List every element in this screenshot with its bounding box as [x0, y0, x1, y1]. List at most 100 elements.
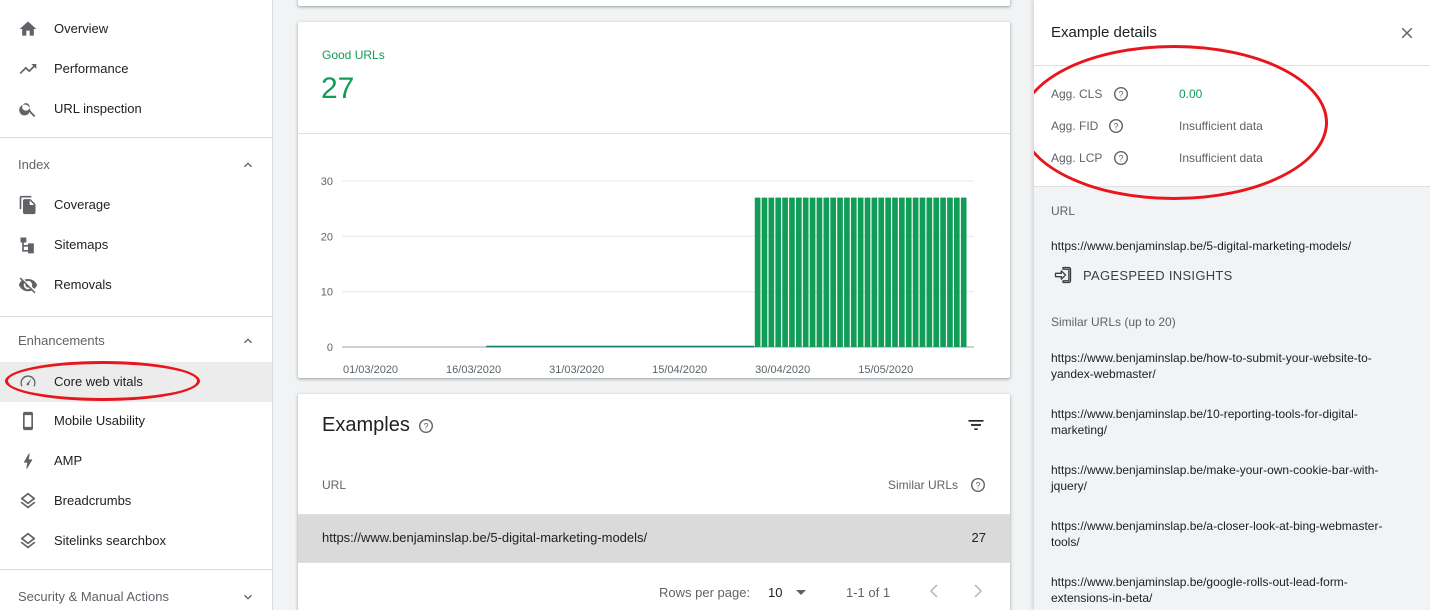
- sidebar-item-label: Breadcrumbs: [54, 493, 132, 508]
- metric-name: Agg. CLS: [1051, 87, 1103, 101]
- bar: [761, 197, 768, 347]
- good-urls-label: Good URLs: [322, 48, 385, 62]
- sidebar-item-coverage[interactable]: Coverage: [0, 185, 272, 225]
- search-icon: [19, 103, 36, 117]
- sidebar-item-overview[interactable]: Overview: [0, 9, 272, 49]
- bar: [837, 197, 843, 347]
- section-title: Security & Manual Actions: [18, 589, 170, 604]
- bar: [912, 197, 919, 347]
- sidebar-item-url-inspection[interactable]: URL inspection: [0, 89, 272, 129]
- help-icon[interactable]: ?: [1108, 118, 1124, 134]
- example-details-panel: Example details Agg. CLS ? 0.00 Agg. FID…: [1034, 0, 1430, 610]
- panel-title: Example details: [1051, 24, 1157, 41]
- main-content: Good URLs 27 0 10 20 30 01/03/2020 16/03/2020…: [273, 0, 1034, 610]
- bar: [830, 197, 837, 347]
- svg-text:?: ?: [1118, 153, 1123, 163]
- chevron-left-icon[interactable]: [926, 581, 942, 601]
- help-icon[interactable]: ?: [1113, 150, 1129, 166]
- similar-url-item[interactable]: https://www.benjaminslap.be/how-to-submi…: [1051, 350, 1406, 382]
- section-header-index[interactable]: Index: [0, 145, 272, 185]
- sidebar-item-mobile-usability[interactable]: Mobile Usability: [0, 401, 272, 441]
- sidebar-item-amp[interactable]: AMP: [0, 441, 272, 481]
- sidebar-item-label: Sitelinks searchbox: [54, 533, 166, 548]
- bar: [850, 197, 857, 347]
- phone-icon: [23, 411, 33, 431]
- sidebar-item-sitelinks-searchbox[interactable]: Sitelinks searchbox: [0, 521, 272, 561]
- filter-icon[interactable]: [966, 415, 986, 435]
- bar: [775, 197, 782, 347]
- bar: [947, 197, 953, 347]
- file-copy-icon: [19, 195, 36, 215]
- help-icon[interactable]: ?: [418, 418, 434, 434]
- bar: [878, 197, 885, 347]
- speedometer-icon: [20, 375, 36, 387]
- svg-text:?: ?: [1118, 89, 1123, 99]
- sidebar-item-label: Coverage: [54, 197, 111, 212]
- row-url: https://www.benjaminslap.be/5-digital-ma…: [322, 530, 648, 545]
- bar: [953, 197, 960, 347]
- bar: [844, 197, 850, 347]
- layers-icon: [20, 492, 36, 509]
- column-header-url[interactable]: URL: [322, 478, 346, 492]
- sidebar-divider: [0, 569, 272, 570]
- section-header-enhancements[interactable]: Enhancements: [0, 321, 272, 361]
- bar: [940, 197, 946, 347]
- svg-text:?: ?: [1113, 121, 1118, 131]
- rows-per-page-select[interactable]: 10: [768, 585, 782, 600]
- sidebar-item-performance[interactable]: Performance: [0, 49, 272, 89]
- svg-text:?: ?: [423, 421, 428, 431]
- metric-name: Agg. FID: [1051, 119, 1099, 133]
- url-label: URL: [1051, 204, 1076, 218]
- bar: [857, 197, 864, 347]
- bar: [823, 197, 830, 347]
- pagespeed-insights-button[interactable]: PAGESPEED INSIGHTS: [1051, 264, 1251, 286]
- examples-title: Examples: [322, 414, 410, 436]
- trending-up-icon: [19, 64, 37, 74]
- aggregate-metrics: Agg. CLS ? 0.00 Agg. FID ? Insufficient …: [1034, 45, 1430, 200]
- help-icon[interactable]: ?: [1113, 86, 1129, 102]
- card-divider: [298, 133, 1010, 134]
- similar-url-item[interactable]: https://www.benjaminslap.be/google-rolls…: [1051, 574, 1406, 606]
- bar: [892, 197, 898, 347]
- column-header-similar-urls[interactable]: Similar URLs: [888, 478, 958, 492]
- section-header-security[interactable]: Security & Manual Actions: [0, 577, 272, 610]
- similar-url-item[interactable]: https://www.benjaminslap.be/10-reporting…: [1051, 406, 1406, 438]
- bar: [926, 197, 933, 347]
- sidebar-item-removals[interactable]: Removals: [0, 265, 272, 305]
- row-similar-count: 27: [971, 530, 986, 545]
- close-icon[interactable]: [1398, 24, 1416, 42]
- similar-url-item[interactable]: https://www.benjaminslap.be/a-closer-loo…: [1051, 518, 1406, 550]
- sidebar-item-breadcrumbs[interactable]: Breadcrumbs: [0, 481, 272, 521]
- metric-value: Insufficient data: [1179, 151, 1263, 165]
- bar: [789, 197, 795, 347]
- bar: [782, 197, 788, 347]
- table-row[interactable]: https://www.benjaminslap.be/5-digital-ma…: [298, 515, 1010, 562]
- examples-card: Examples ? URL Similar URLs ? https://ww…: [298, 394, 1010, 610]
- metric-row-cls: Agg. CLS ? 0.00: [1051, 84, 1421, 104]
- x-tick-label: 15/04/2020: [652, 364, 707, 376]
- metric-value: 0.00: [1179, 87, 1203, 101]
- sidebar-item-sitemaps[interactable]: Sitemaps: [0, 225, 272, 265]
- pagespeed-insights-label: PAGESPEED INSIGHTS: [1083, 268, 1233, 283]
- help-icon[interactable]: ?: [970, 477, 986, 493]
- bar: [919, 197, 926, 347]
- dropdown-caret-icon[interactable]: [795, 589, 807, 597]
- eye-off-icon: [18, 277, 38, 294]
- similar-url-item[interactable]: https://www.benjaminslap.be/make-your-ow…: [1051, 462, 1406, 494]
- sitemap-icon: [20, 237, 34, 254]
- bar: [809, 197, 816, 347]
- bar: [960, 197, 967, 347]
- sidebar-item-core-web-vitals[interactable]: Core web vitals: [0, 362, 272, 402]
- metric-name: Agg. LCP: [1051, 151, 1103, 165]
- page-range: 1-1 of 1: [846, 585, 891, 600]
- good-urls-chart: 0 10 20 30 01/03/2020 16/03/2020 31/03/2020 15/…: [321, 176, 974, 376]
- pagination: Rows per page: 10 1-1 of 1: [298, 562, 1010, 610]
- detail-url[interactable]: https://www.benjaminslap.be/5-digital-ma…: [1051, 239, 1351, 253]
- bar: [905, 197, 912, 347]
- bar: [885, 197, 891, 347]
- svg-text:?: ?: [975, 480, 980, 490]
- chevron-right-icon[interactable]: [970, 581, 986, 601]
- sidebar-item-label: Sitemaps: [54, 237, 109, 252]
- metric-row-lcp: Agg. LCP ? Insufficient data: [1051, 148, 1421, 168]
- bar: [871, 197, 878, 347]
